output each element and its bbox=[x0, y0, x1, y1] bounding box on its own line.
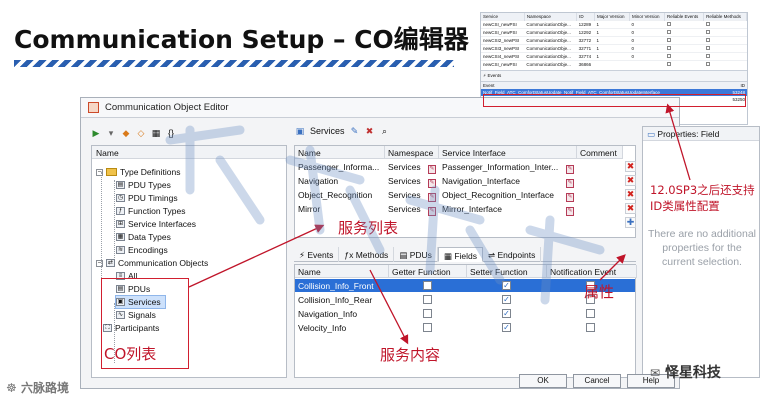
attribute-annotation: 属性 bbox=[584, 283, 615, 301]
footer-right-mark: ✉ 怿星科技 bbox=[650, 362, 721, 382]
service-list-annotation: 服务列表 bbox=[338, 219, 399, 237]
id-note-annotation: 12.0SP3之后还支持ID类属性配置 bbox=[650, 183, 755, 213]
wechat-icon: ✉ bbox=[650, 366, 661, 380]
service-content-annotation: 服务内容 bbox=[380, 346, 441, 364]
co-list-annotation: CO列表 bbox=[104, 345, 157, 363]
footer-right-text: 怿星科技 bbox=[664, 365, 721, 381]
paw-icon: ☸ bbox=[6, 381, 17, 395]
footer-left-mark: ☸ 六脉路境 bbox=[6, 379, 69, 396]
footer-left-text: 六脉路境 bbox=[20, 381, 69, 395]
